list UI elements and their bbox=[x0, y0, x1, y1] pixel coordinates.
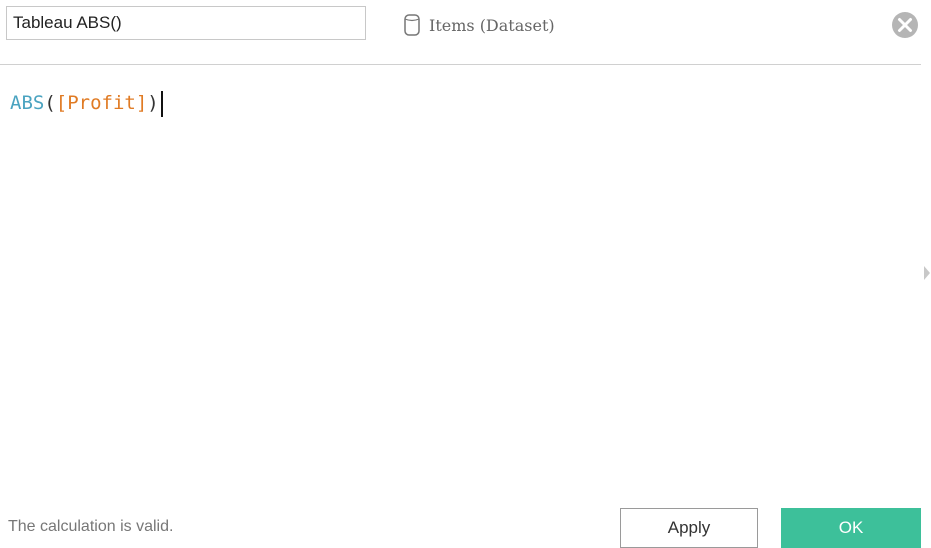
text-caret bbox=[160, 90, 163, 117]
apply-button[interactable]: Apply bbox=[620, 508, 758, 548]
datasource-indicator: Items (Dataset) bbox=[403, 10, 555, 40]
ok-button[interactable]: OK bbox=[781, 508, 921, 548]
formula-open-paren: ( bbox=[44, 92, 56, 114]
header-divider bbox=[0, 64, 921, 65]
expand-arrow-icon[interactable] bbox=[924, 266, 930, 280]
calculation-name-input[interactable] bbox=[6, 6, 366, 40]
validation-status: The calculation is valid. bbox=[8, 518, 174, 535]
calculation-editor-dialog: Items (Dataset) ABS([Profit]) The calcul… bbox=[0, 0, 931, 548]
formula-editor[interactable]: ABS([Profit]) bbox=[10, 88, 910, 448]
database-icon bbox=[404, 14, 420, 36]
formula-close-paren: ) bbox=[147, 92, 159, 114]
close-icon[interactable] bbox=[890, 10, 920, 40]
datasource-label: Items (Dataset) bbox=[429, 15, 555, 35]
formula-field-token: [Profit] bbox=[55, 92, 148, 114]
formula-function-token: ABS bbox=[10, 92, 45, 114]
